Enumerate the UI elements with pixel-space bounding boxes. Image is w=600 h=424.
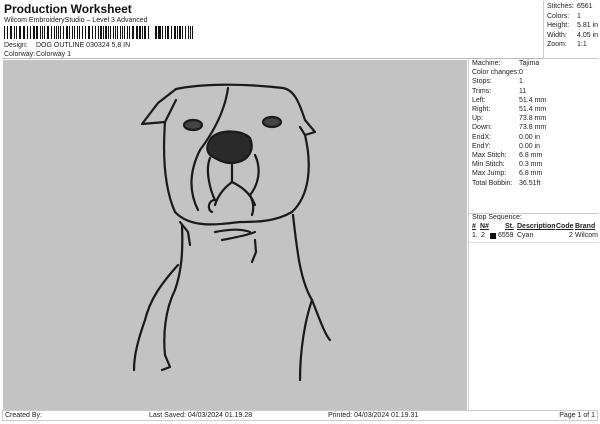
footer: Created By: Last Saved: 04/03/2024 01.19… (2, 410, 598, 421)
stop-code: 2 (569, 232, 573, 239)
machine-label: Max Stitch: (472, 152, 507, 159)
last-saved: Last Saved: 04/03/2024 01.19.28 (149, 412, 253, 419)
machine-label: Left: (472, 96, 486, 104)
machine-value: 73.8 mm (519, 115, 547, 123)
machine-label: EndY: (472, 142, 491, 150)
col-stitches: St. (505, 223, 514, 230)
color-swatch (490, 233, 496, 239)
machine-label: Up: (472, 115, 483, 123)
machine-label: Color changes: (472, 69, 520, 77)
machine-value: 0.00 in (519, 133, 541, 141)
machine-label: EndX: (472, 133, 492, 141)
page-number: Page 1 of 1 (559, 412, 595, 419)
machine-label: Right: (472, 106, 491, 113)
stop-needle: 2 (481, 232, 485, 239)
stop-brand: Wilcom (575, 232, 598, 239)
stop-stitches: 6559 (498, 232, 514, 239)
created-by: Created By: (5, 412, 42, 419)
machine-label: Max Jump: (472, 170, 507, 178)
machine-value: 1 (519, 78, 523, 86)
col-brand: Brand (575, 223, 596, 230)
machine-value: 6.8 mm (519, 152, 543, 159)
machine-value: 11 (519, 87, 527, 95)
machine-label: Down: (472, 124, 492, 132)
machine-label: Total Bobbin: (472, 179, 513, 187)
stop-num: 1. (472, 232, 478, 239)
machine-label: Min Stitch: (472, 161, 505, 169)
col-needle: N# (480, 223, 489, 230)
machine-value: 0 (519, 69, 523, 77)
machine-value: 0.3 mm (519, 161, 543, 169)
col-num: # (472, 223, 476, 230)
machine-value: Tajima (519, 60, 540, 67)
machine-value: 51.4 mm (519, 96, 547, 104)
machine-label: Trims: (472, 87, 492, 95)
stop-description: Cyan (517, 232, 534, 239)
machine-value: 6.8 mm (519, 170, 543, 178)
printed-date: Printed: 04/03/2024 01.19.31 (328, 412, 419, 419)
divider (469, 242, 599, 243)
machine-label: Stops: (472, 78, 492, 86)
col-code: Code (556, 223, 574, 230)
col-description: Description (517, 223, 556, 230)
machine-label: Machine: (472, 60, 501, 67)
machine-info-panel: Machine: Tajima Color changes: 0 Stops: 1 Trim… (468, 59, 599, 411)
machine-value: 0.00 in (519, 142, 541, 150)
machine-value: 36.51ft (519, 179, 541, 187)
machine-value: 51.4 mm (519, 106, 547, 113)
machine-value: 73.8 mm (519, 124, 547, 132)
stop-sequence-title: Stop Sequence: (472, 214, 522, 221)
